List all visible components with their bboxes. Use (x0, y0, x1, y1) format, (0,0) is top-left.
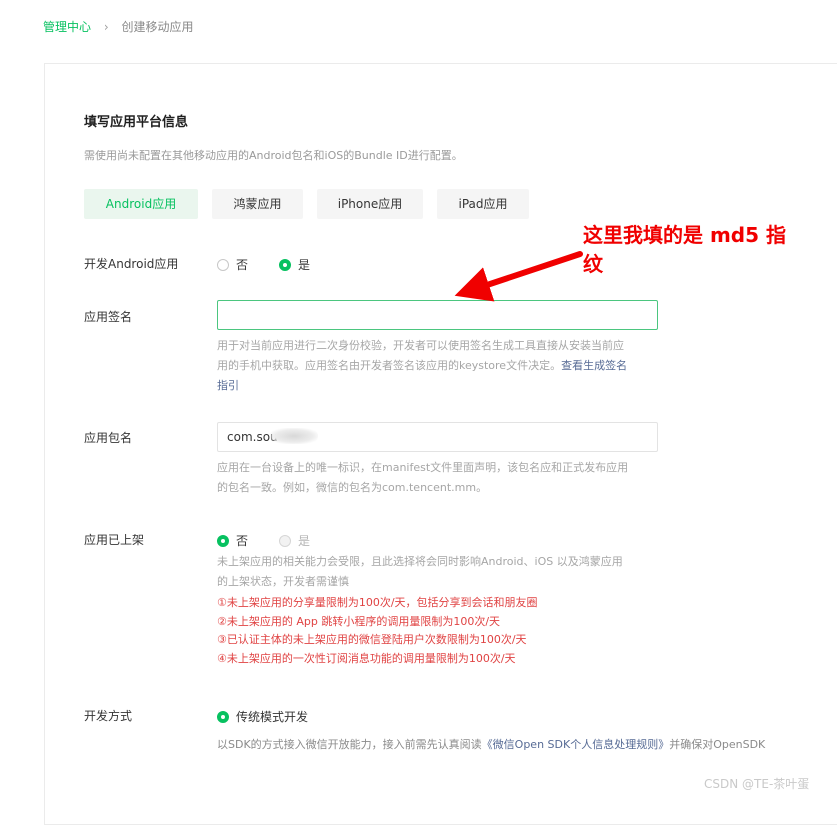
radio-checked-icon (279, 258, 291, 271)
dev-mode-traditional-radio[interactable]: 传统模式开发 (217, 708, 308, 725)
watermark: CSDN @TE-茶叶蛋 (704, 777, 810, 791)
warning-item: ①未上架应用的分享量限制为100次/天，包括分享到会话和朋友圈 (217, 596, 538, 609)
radio-checked-icon (217, 534, 229, 547)
radio-label: 是 (298, 534, 311, 548)
listed-label: 应用已上架 (84, 533, 145, 547)
radio-label: 传统模式开发 (236, 710, 309, 724)
warning-item: ④未上架应用的一次性订阅消息功能的调用量限制为100次/天 (217, 651, 516, 665)
chevron-right-icon: › (103, 20, 109, 34)
help-text: 以SDK的方式接入微信开放能力，接入前需先认真阅读 (217, 738, 482, 751)
warning-item: ③已认证主体的未上架应用的微信登陆用户次数限制为100次/天 (217, 633, 527, 646)
radio-circle-icon (279, 534, 291, 547)
app-signature-input[interactable] (217, 300, 658, 330)
develop-android-yes-radio[interactable]: 是 (279, 256, 310, 273)
listed-no-radio[interactable]: 否 (217, 532, 248, 549)
annotation-arrow-icon (454, 251, 583, 302)
radio-circle-icon (217, 258, 229, 271)
listed-yes-radio[interactable]: 是 (279, 532, 310, 549)
annotation-line: 纹 (583, 252, 603, 276)
develop-android-label: 开发Android应用 (84, 257, 179, 271)
tab-android[interactable]: Android应用 (84, 189, 198, 219)
sdk-rules-link[interactable]: 《微信Open SDK个人信息处理规则》 (482, 738, 670, 751)
warning-item: ②未上架应用的 App 跳转小程序的调用量限制为100次/天 (217, 614, 501, 628)
app-signature-label: 应用签名 (84, 310, 133, 324)
help-text-line: 的包名一致。例如，微信的包名为com.tencent.mm。 (217, 481, 488, 494)
tab-ipad[interactable]: iPad应用 (437, 189, 529, 219)
dev-mode-label: 开发方式 (84, 709, 133, 723)
help-text: 用的手机中获取。应用签名由开发者签名该应用的keystore文件决定。 (217, 359, 562, 372)
help-text-line: 的上架状态，开发者需谨慎 (217, 575, 349, 588)
tab-iphone[interactable]: iPhone应用 (317, 189, 423, 219)
annotation-text: 这里我填的是 md5 指 纹 (583, 221, 833, 279)
redaction-blur (270, 428, 318, 444)
help-text: 并确保对OpenSDK (669, 738, 766, 751)
listed-help: 未上架应用的相关能力会受限，且此选择将会同时影响Android、iOS 以及鸿蒙… (217, 552, 679, 592)
listed-warnings: ①未上架应用的分享量限制为100次/天，包括分享到会话和朋友圈 ②未上架应用的 … (217, 594, 538, 668)
dev-mode-help: 以SDK的方式接入微信开放能力，接入前需先认真阅读《微信Open SDK个人信息… (217, 735, 837, 755)
breadcrumb-current: 创建移动应用 (121, 20, 194, 34)
annotation-line: 这里我填的是 md5 指 (583, 223, 786, 247)
signature-guide-link-cont[interactable]: 指引 (217, 376, 679, 396)
radio-checked-icon (217, 710, 229, 723)
section-title: 填写应用平台信息 (84, 115, 189, 130)
package-name-help: 应用在一台设备上的唯一标识，在manifest文件里面声明，该包名应和正式发布应… (217, 458, 679, 498)
app-signature-help: 用于对当前应用进行二次身份校验，开发者可以使用签名生成工具直接从安装当前应 用的… (217, 336, 679, 396)
breadcrumb: 管理中心 › 创建移动应用 (43, 18, 194, 35)
help-text-line: 未上架应用的相关能力会受限，且此选择将会同时影响Android、iOS 以及鸿蒙… (217, 555, 623, 568)
radio-label: 是 (298, 258, 311, 272)
signature-guide-link[interactable]: 查看生成签名 (561, 359, 627, 372)
radio-label: 否 (236, 534, 249, 548)
breadcrumb-root-link[interactable]: 管理中心 (43, 20, 91, 34)
help-text-line: 应用在一台设备上的唯一标识，在manifest文件里面声明，该包名应和正式发布应… (217, 461, 629, 474)
develop-android-no-radio[interactable]: 否 (217, 256, 248, 273)
help-text-line: 用于对当前应用进行二次身份校验，开发者可以使用签名生成工具直接从安装当前应 (217, 339, 624, 352)
tab-harmony[interactable]: 鸿蒙应用 (212, 189, 303, 219)
package-name-label: 应用包名 (84, 431, 133, 445)
section-description: 需使用尚未配置在其他移动应用的Android包名和iOS的Bundle ID进行… (84, 149, 463, 162)
help-text-line: 用的手机中获取。应用签名由开发者签名该应用的keystore文件决定。查看生成签… (217, 356, 679, 376)
radio-label: 否 (236, 258, 249, 272)
